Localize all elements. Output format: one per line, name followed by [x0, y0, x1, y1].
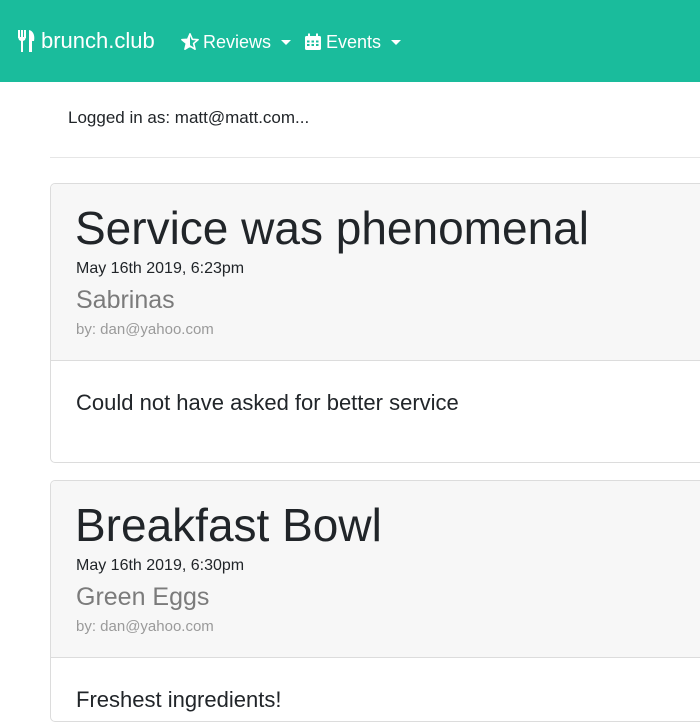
chevron-down-icon	[281, 39, 292, 45]
review-body: Freshest ingredients!	[76, 687, 282, 712]
chevron-down-icon	[391, 39, 402, 45]
review-author: by: dan@yahoo.com	[76, 321, 214, 338]
review-date: May 16th 2019, 6:30pm	[76, 557, 245, 574]
nav-events-label: Events	[326, 31, 382, 52]
nav-reviews-label: Reviews	[203, 31, 272, 52]
logged-in-status: Logged in as: matt@matt.com...	[68, 108, 310, 127]
review-body: Could not have asked for better service	[76, 390, 459, 415]
brand-name: brunch.club	[41, 28, 155, 53]
review-title: Breakfast Bowl	[75, 499, 382, 551]
star-half-icon	[181, 33, 199, 51]
review-author: by: dan@yahoo.com	[76, 618, 214, 635]
nav-dropdown-events[interactable]: Events	[304, 30, 402, 54]
brand-link[interactable]: brunch.club	[17, 26, 155, 56]
review-card-header: Breakfast Bowl May 16th 2019, 6:30pm Gre…	[51, 481, 700, 658]
divider	[50, 157, 700, 158]
review-card: Breakfast Bowl May 16th 2019, 6:30pm Gre…	[50, 480, 700, 722]
review-restaurant: Sabrinas	[76, 286, 175, 314]
review-title: Service was phenomenal	[75, 202, 589, 254]
review-card-header: Service was phenomenal May 16th 2019, 6:…	[51, 184, 700, 361]
review-card: Service was phenomenal May 16th 2019, 6:…	[50, 183, 700, 463]
nav-dropdown-reviews[interactable]: Reviews	[181, 30, 292, 54]
calendar-icon	[305, 33, 321, 50]
review-restaurant: Green Eggs	[76, 583, 210, 611]
navbar: brunch.club Reviews Events	[0, 0, 700, 82]
utensils-icon	[18, 30, 35, 52]
review-date: May 16th 2019, 6:23pm	[76, 260, 245, 277]
